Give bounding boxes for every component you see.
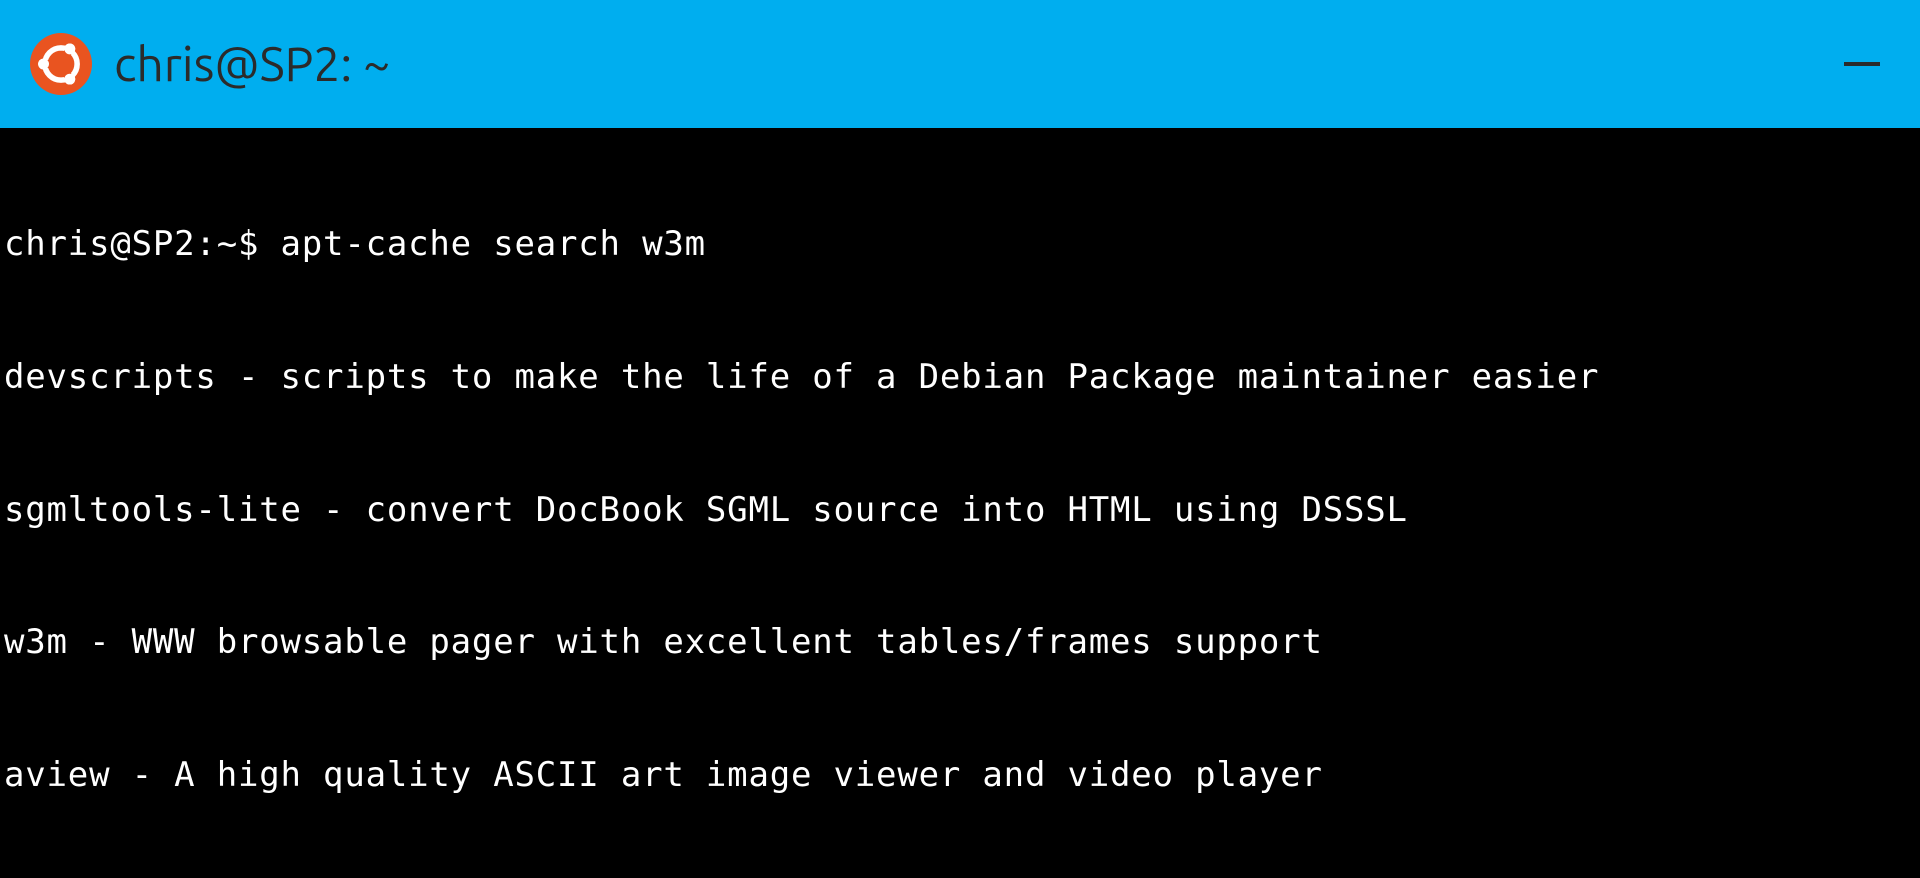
window-controls xyxy=(1844,62,1880,66)
minimize-button[interactable] xyxy=(1844,62,1880,66)
ubuntu-icon xyxy=(30,33,92,95)
output-line: w3m - WWW browsable pager with excellent… xyxy=(4,620,1920,664)
output-line: aview - A high quality ASCII art image v… xyxy=(4,753,1920,797)
shell-prompt: chris@SP2:~$ xyxy=(4,224,281,264)
command-line: chris@SP2:~$ apt-cache search w3m xyxy=(4,222,1920,266)
window-title: chris@SP2: ~ xyxy=(114,37,390,91)
terminal-body[interactable]: chris@SP2:~$ apt-cache search w3m devscr… xyxy=(0,128,1920,878)
titlebar[interactable]: chris@SP2: ~ xyxy=(0,0,1920,128)
terminal-window: chris@SP2: ~ chris@SP2:~$ apt-cache sear… xyxy=(0,0,1920,878)
output-line: sgmltools-lite - convert DocBook SGML so… xyxy=(4,488,1920,532)
output-line: devscripts - scripts to make the life of… xyxy=(4,355,1920,399)
command-text: apt-cache search w3m xyxy=(281,224,706,264)
